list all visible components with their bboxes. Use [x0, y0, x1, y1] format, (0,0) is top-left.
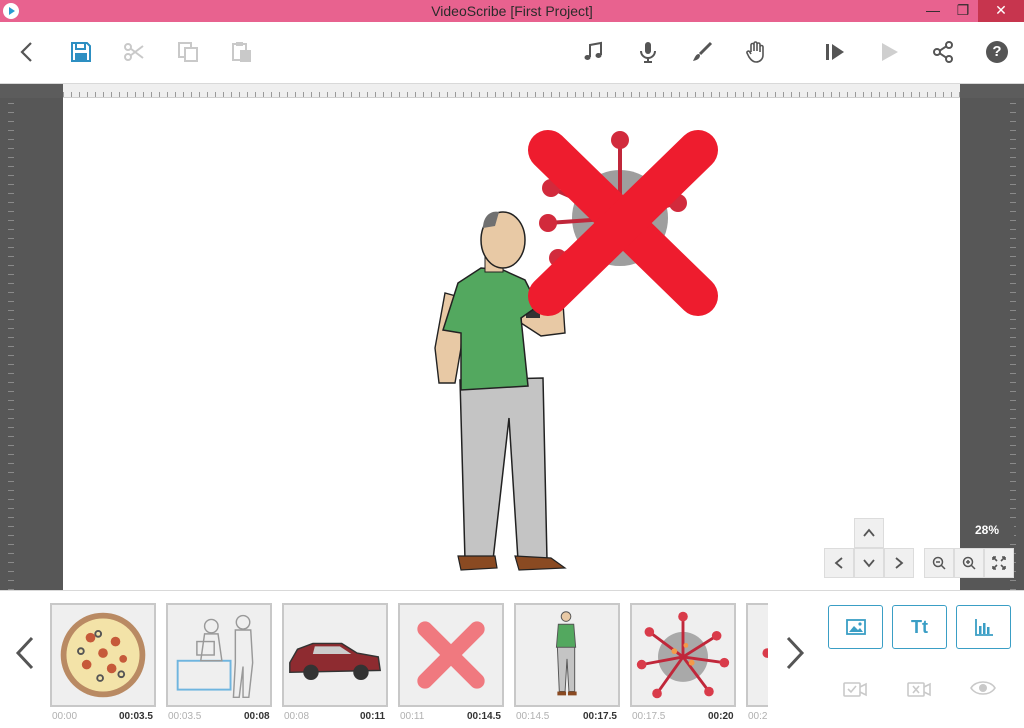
- play-from-icon: [826, 44, 844, 60]
- paste-button[interactable]: [227, 37, 257, 67]
- brush-button[interactable]: [687, 37, 717, 67]
- play-from-selection-button[interactable]: [820, 37, 850, 67]
- pan-down-button[interactable]: [854, 548, 884, 578]
- expand-icon: [992, 556, 1006, 570]
- timeline-next-button[interactable]: [780, 633, 810, 673]
- chart-icon: [974, 619, 993, 636]
- hand-button[interactable]: [741, 37, 771, 67]
- thumb-start-time: 00:03.5: [168, 711, 202, 722]
- share-icon: [933, 41, 953, 63]
- back-button[interactable]: [12, 37, 42, 67]
- pan-left-button[interactable]: [824, 548, 854, 578]
- share-button[interactable]: [928, 37, 958, 67]
- thumb-end-time: 00:03.5: [119, 711, 153, 722]
- vertical-ruler-right: [1010, 98, 1024, 590]
- brush-icon: [693, 41, 713, 61]
- zoom-level-label: 28%: [960, 518, 1014, 542]
- music-button[interactable]: [578, 37, 608, 67]
- thumb-start-time: 00:14.5: [516, 711, 550, 722]
- zoom-out-button[interactable]: [924, 548, 954, 578]
- zoom-out-icon: [932, 556, 946, 570]
- copy-button[interactable]: [173, 37, 203, 67]
- eye-icon: [970, 681, 996, 695]
- timeline-thumb-partial[interactable]: [746, 603, 768, 707]
- timeline-prev-button[interactable]: [10, 633, 40, 673]
- pan-up-button[interactable]: [854, 518, 884, 548]
- help-icon: ?: [986, 41, 1008, 63]
- paste-icon: [232, 42, 251, 62]
- microphone-icon: [640, 42, 656, 63]
- timeline-thumb-pizza[interactable]: [50, 603, 156, 707]
- main-toolbar: ?: [0, 22, 1024, 84]
- title-bar: VideoScribe [First Project] — ❐ ✕: [0, 0, 1024, 22]
- back-icon: [20, 42, 32, 62]
- zoom-in-icon: [962, 556, 976, 570]
- add-text-button[interactable]: Tt: [892, 605, 947, 649]
- horizontal-ruler: [0, 84, 1024, 98]
- canvas-workspace: [0, 84, 1024, 590]
- timeline-thumb-man[interactable]: [514, 603, 620, 707]
- help-button[interactable]: ?: [982, 37, 1012, 67]
- minimize-button[interactable]: —: [918, 0, 948, 22]
- thumb-end-time: 00:20: [708, 711, 734, 722]
- image-icon: [845, 619, 866, 635]
- chevron-down-icon: [863, 559, 875, 568]
- chevron-left-icon: [15, 636, 34, 670]
- restore-button[interactable]: ❐: [948, 0, 978, 22]
- vertical-ruler-left: [0, 98, 14, 590]
- cut-icon: [124, 43, 144, 61]
- fit-to-screen-button[interactable]: [984, 548, 1014, 578]
- man-checking-watch-element[interactable]: [434, 211, 567, 571]
- close-button[interactable]: ✕: [978, 0, 1024, 22]
- clear-camera-button[interactable]: [904, 675, 934, 701]
- set-camera-button[interactable]: [840, 675, 870, 701]
- thumb-start-time: 00:00: [52, 711, 78, 722]
- thumb-end-time: 00:17.5: [583, 711, 617, 722]
- cut-button[interactable]: [119, 37, 149, 67]
- canvas-stage[interactable]: [63, 98, 960, 590]
- play-icon: [882, 43, 898, 61]
- timeline-thumb-car[interactable]: [282, 603, 388, 707]
- pan-right-button[interactable]: [884, 548, 914, 578]
- camera-x-icon: [907, 682, 931, 697]
- thumb-start-time: 00:2: [748, 711, 768, 722]
- camera-check-icon: [843, 682, 867, 697]
- thumb-end-time: 00:08: [244, 711, 270, 722]
- videoscribe-app: VideoScribe [First Project] — ❐ ✕ ? 28% …: [0, 0, 1024, 728]
- chevron-up-icon: [863, 528, 875, 537]
- chevron-right-icon: [895, 557, 904, 569]
- add-image-button[interactable]: [828, 605, 883, 649]
- thumb-start-time: 00:11: [400, 711, 425, 722]
- timeline-thumb-red-cross[interactable]: [398, 603, 504, 707]
- music-icon: [584, 41, 602, 60]
- preview-camera-button[interactable]: [968, 675, 998, 701]
- save-icon: [71, 42, 91, 62]
- timeline-panel: 00:00 00:03.5 00:03.5 00:08 00:08 00:11 …: [0, 590, 1024, 728]
- timeline-thumbnails: 00:00 00:03.5 00:03.5 00:08 00:08 00:11 …: [48, 601, 768, 728]
- thumb-start-time: 00:08: [284, 711, 310, 722]
- window-title: VideoScribe [First Project]: [431, 3, 593, 19]
- chevron-left-icon: [834, 557, 843, 569]
- thumb-end-time: 00:14.5: [467, 711, 501, 722]
- timeline-thumb-office-workers[interactable]: [166, 603, 272, 707]
- zoom-in-button[interactable]: [954, 548, 984, 578]
- timeline-thumb-virus[interactable]: [630, 603, 736, 707]
- play-button[interactable]: [874, 37, 904, 67]
- add-chart-button[interactable]: [956, 605, 1011, 649]
- save-button[interactable]: [66, 37, 96, 67]
- chevron-right-icon: [786, 636, 805, 670]
- hand-icon: [746, 41, 764, 63]
- copy-icon: [178, 42, 198, 62]
- thumb-start-time: 00:17.5: [632, 711, 666, 722]
- voiceover-button[interactable]: [633, 37, 663, 67]
- thumb-end-time: 00:11: [360, 711, 386, 722]
